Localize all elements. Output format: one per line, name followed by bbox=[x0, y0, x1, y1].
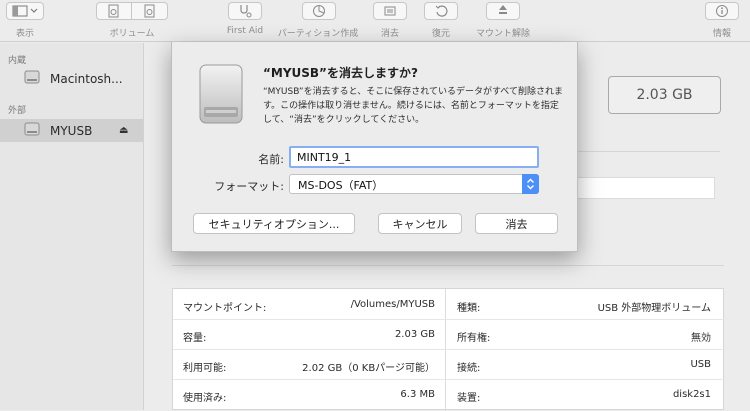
hard-drive-icon bbox=[24, 69, 40, 88]
ownership-key: 所有権: bbox=[457, 333, 491, 344]
first-aid-button[interactable] bbox=[228, 2, 262, 20]
sidebar-header-internal: 内蔵 bbox=[8, 56, 27, 66]
sidebar: 内蔵 Macintosh... 外部 MYUSB ⏏ bbox=[0, 43, 144, 410]
add-volume-icon[interactable] bbox=[97, 3, 133, 19]
unmount-button[interactable] bbox=[486, 2, 520, 20]
sidebar-item-label: MYUSB bbox=[50, 123, 93, 138]
erase-icon bbox=[383, 4, 397, 18]
name-field[interactable] bbox=[289, 146, 539, 168]
restore-label: 復元 bbox=[431, 29, 451, 39]
external-drive-icon bbox=[198, 63, 244, 131]
dialog-message: “MYUSB”を消去すると、そこに保存されているデータがすべて削除されます。この… bbox=[263, 87, 563, 125]
first-aid-label: First Aid bbox=[226, 26, 264, 36]
divider bbox=[172, 265, 724, 266]
mount-point-value: /Volumes/MYUSB bbox=[350, 299, 435, 310]
info-table: マウントポイント: /Volumes/MYUSB 容量: 2.03 GB 利用可… bbox=[172, 288, 725, 411]
available-value: 2.02 GB（0 KBパージ可能） bbox=[302, 363, 435, 374]
unmount-icon bbox=[496, 4, 510, 18]
sidebar-header-external: 外部 bbox=[8, 106, 27, 116]
erase-toolbar-button[interactable] bbox=[373, 2, 407, 20]
type-value: USB 外部物理ボリューム bbox=[597, 303, 711, 314]
capacity-badge: 2.03 GB bbox=[608, 76, 721, 114]
partition-label: パーティション作成 bbox=[277, 29, 359, 39]
capacity-value: 2.03 GB bbox=[394, 329, 435, 340]
available-key: 利用可能: bbox=[183, 363, 227, 374]
pie-partition-icon bbox=[312, 4, 326, 18]
connection-value: USB bbox=[690, 359, 711, 370]
unmount-label: マウント解除 bbox=[475, 29, 531, 39]
toolbar: 表示 ボリューム First Aid パーティション作成 消去 復元 マウント解… bbox=[0, 0, 750, 42]
security-options-button[interactable]: セキュリティオプション... bbox=[193, 213, 355, 234]
format-select[interactable]: MS-DOS（FAT） bbox=[289, 174, 539, 194]
dialog-title: “MYUSB”を消去しますか? bbox=[263, 66, 418, 80]
column-divider bbox=[445, 289, 446, 411]
connection-key: 接続: bbox=[457, 363, 481, 374]
used-key: 使用済み: bbox=[183, 393, 227, 404]
view-label: 表示 bbox=[15, 29, 35, 39]
chevron-updown-icon[interactable] bbox=[522, 174, 539, 194]
info-button[interactable] bbox=[705, 2, 739, 20]
capacity-key: 容量: bbox=[183, 333, 207, 344]
remove-volume-icon[interactable] bbox=[132, 3, 167, 19]
stethoscope-icon bbox=[238, 4, 252, 18]
sidebar-item-myusb[interactable]: MYUSB ⏏ bbox=[0, 119, 143, 142]
partition-button[interactable] bbox=[302, 2, 336, 20]
used-value: 6.3 MB bbox=[400, 389, 435, 400]
divider bbox=[570, 151, 720, 152]
eject-icon[interactable]: ⏏ bbox=[119, 125, 128, 136]
restore-button[interactable] bbox=[424, 2, 458, 20]
row-divider bbox=[173, 379, 725, 380]
mount-point-key: マウントポイント: bbox=[183, 303, 267, 314]
row-divider bbox=[173, 319, 725, 320]
type-key: 種類: bbox=[457, 303, 481, 314]
row-divider bbox=[173, 349, 725, 350]
format-value: MS-DOS（FAT） bbox=[298, 179, 384, 192]
erase-button[interactable]: 消去 bbox=[475, 213, 558, 234]
cancel-button[interactable]: キャンセル bbox=[378, 213, 462, 234]
ownership-value: 無効 bbox=[691, 333, 711, 344]
erase-dialog: “MYUSB”を消去しますか? “MYUSB”を消去すると、そこに保存されている… bbox=[171, 42, 578, 252]
sidebar-item-macintosh[interactable]: Macintosh... bbox=[0, 67, 143, 90]
sidebar-view-icon bbox=[12, 5, 38, 17]
usage-bar bbox=[570, 177, 715, 199]
volume-button-group[interactable] bbox=[96, 2, 168, 20]
name-label: 名前: bbox=[258, 153, 284, 166]
info-icon bbox=[715, 4, 729, 18]
device-key: 装置: bbox=[457, 393, 481, 404]
volume-label: ボリューム bbox=[109, 29, 155, 39]
erase-toolbar-label: 消去 bbox=[380, 29, 400, 39]
sidebar-item-label: Macintosh... bbox=[50, 71, 123, 86]
restore-icon bbox=[434, 4, 448, 18]
usb-drive-icon bbox=[24, 121, 40, 140]
info-label: 情報 bbox=[712, 29, 732, 39]
view-button[interactable] bbox=[6, 2, 44, 20]
device-value: disk2s1 bbox=[672, 389, 711, 400]
format-label: フォーマット: bbox=[214, 180, 284, 193]
